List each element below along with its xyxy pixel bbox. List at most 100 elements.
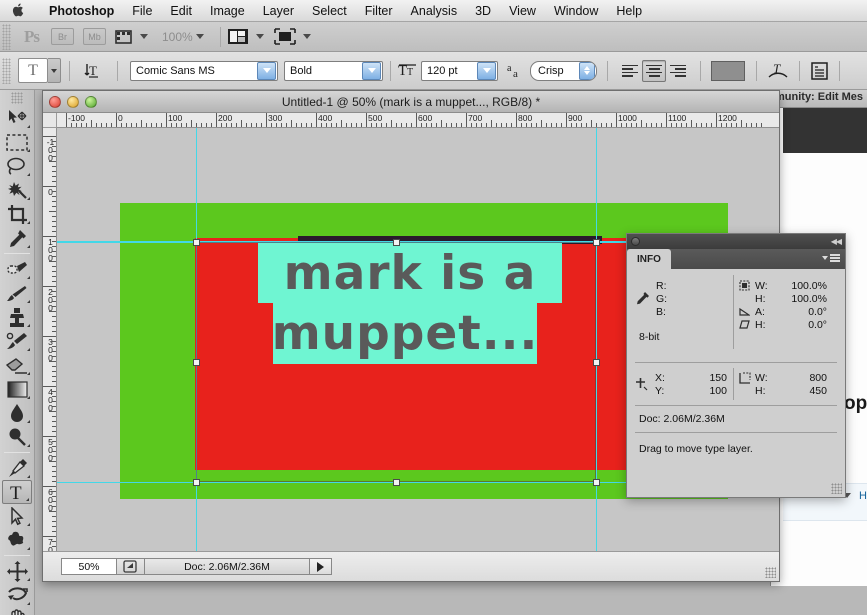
panel-menu-icon[interactable] [822,254,840,262]
bbox-handle-tl[interactable] [193,239,200,246]
font-size-caret-icon[interactable] [477,61,496,80]
tool-preset-caret-icon[interactable] [48,58,61,83]
tool-flyout-triangle[interactable] [24,173,30,176]
tab-info[interactable]: INFO [627,249,671,269]
document-title-bar[interactable]: Untitled-1 @ 50% (mark is a muppet..., R… [43,91,779,113]
arrange-documents-caret-icon[interactable] [255,34,264,39]
view-extras-caret-icon[interactable] [140,34,148,39]
tool-flyout-triangle[interactable] [24,324,30,327]
dodge-tool[interactable] [2,425,32,449]
menu-item-image[interactable]: Image [201,0,254,22]
gradient-tool[interactable] [2,377,32,401]
menu-item-view[interactable]: View [500,0,545,22]
bbox-handle-br[interactable] [593,479,600,486]
arrange-documents-icon[interactable] [227,28,249,45]
menu-item-3d[interactable]: 3D [466,0,500,22]
options-bar-gripper[interactable] [2,57,11,84]
font-size-select[interactable]: 120 pt [421,60,498,81]
menu-item-window[interactable]: Window [545,0,607,22]
tool-flyout-triangle[interactable] [24,348,30,351]
tool-flyout-triangle[interactable] [24,276,30,279]
bbox-handle-tr[interactable] [593,239,600,246]
text-color-swatch[interactable] [711,60,745,81]
font-family-caret-icon[interactable] [257,61,276,80]
move-tool[interactable] [2,106,32,130]
zoom-window-button[interactable] [85,95,97,108]
ruler-corner[interactable] [43,113,57,128]
view-extras-icon[interactable] [115,29,133,45]
text-orientation-icon[interactable]: T [84,61,103,80]
info-panel[interactable]: ◀◀ INFO R: G: B: 8-bit W: 100.0% H: 100.… [626,233,846,498]
appbar-gripper[interactable] [2,23,11,50]
tool-flyout-triangle[interactable] [24,578,30,581]
align-right-button[interactable] [666,60,690,82]
tool-flyout-triangle[interactable] [23,498,29,501]
info-panel-tab-row[interactable]: INFO [627,249,845,269]
history-brush-tool[interactable] [2,329,32,353]
text-bounding-box[interactable] [193,239,600,486]
menu-item-select[interactable]: Select [303,0,356,22]
hand-tool[interactable] [2,607,32,615]
crop-tool[interactable] [2,202,32,226]
info-panel-resize-grip[interactable] [831,483,842,494]
menu-item-help[interactable]: Help [607,0,651,22]
warp-text-icon[interactable]: T [768,61,788,81]
appbar-zoom-value[interactable]: 100% [162,30,193,44]
menu-item-edit[interactable]: Edit [161,0,201,22]
bbox-handle-bc[interactable] [393,479,400,486]
tool-flyout-triangle[interactable] [24,300,30,303]
menu-item-photoshop[interactable]: Photoshop [40,0,123,22]
character-panel-icon[interactable] [811,61,828,80]
screen-mode-caret-icon[interactable] [302,34,311,39]
tool-flyout-triangle[interactable] [24,420,30,423]
font-style-caret-icon[interactable] [362,61,381,80]
apple-logo-icon[interactable] [10,2,26,18]
launch-bridge-button[interactable]: Br [51,28,74,45]
brush-tool[interactable] [2,281,32,305]
marquee-tool[interactable] [2,130,32,154]
tool-flyout-triangle[interactable] [24,125,30,128]
align-left-button[interactable] [618,60,642,82]
launch-mini-bridge-button[interactable]: Mb [83,28,106,45]
tool-flyout-triangle[interactable] [24,221,30,224]
vertical-ruler[interactable]: -1000100200300400500600700 [43,128,57,581]
pen-tool[interactable] [2,456,32,480]
screen-mode-icon[interactable] [273,28,296,45]
font-family-select[interactable]: Comic Sans MS [130,60,278,81]
tool-flyout-triangle[interactable] [24,197,30,200]
status-zoom-value[interactable]: 50% [61,558,117,575]
guide-vertical-right[interactable] [596,128,597,551]
tool-flyout-triangle[interactable] [24,523,30,526]
status-expand-icon[interactable] [310,558,332,575]
magic-wand-tool[interactable] [2,178,32,202]
tool-flyout-triangle[interactable] [24,245,30,248]
healing-brush-tool[interactable] [2,257,32,281]
tool-flyout-triangle[interactable] [24,372,30,375]
blur-tool[interactable] [2,401,32,425]
minimize-window-button[interactable] [67,95,79,108]
eyedropper-tool[interactable] [2,226,32,250]
document-thumb-icon[interactable] [117,558,145,575]
tool-flyout-triangle[interactable] [24,396,30,399]
document-resize-grip[interactable] [765,567,776,578]
lasso-tool[interactable] [2,154,32,178]
bbox-handle-tc[interactable] [393,239,400,246]
3d-orbit-tool[interactable] [2,583,32,607]
tool-flyout-triangle[interactable] [24,475,30,478]
anti-alias-stepper-icon[interactable] [579,61,595,80]
tool-flyout-triangle[interactable] [24,444,30,447]
3d-rotate-tool[interactable] [2,559,32,583]
type-tool[interactable]: T [2,480,32,504]
bbox-handle-ml[interactable] [193,359,200,366]
menu-item-file[interactable]: File [123,0,161,22]
toolbox-gripper[interactable] [11,92,23,104]
menu-item-analysis[interactable]: Analysis [402,0,467,22]
clone-stamp-tool[interactable] [2,305,32,329]
appbar-zoom-caret-icon[interactable] [195,34,204,39]
close-window-button[interactable] [49,95,61,108]
tool-preset-picker[interactable]: T [18,58,48,83]
path-selection-tool[interactable] [2,504,32,528]
tool-flyout-triangle[interactable] [24,547,30,550]
tool-flyout-triangle[interactable] [24,602,30,605]
bbox-handle-mr[interactable] [593,359,600,366]
